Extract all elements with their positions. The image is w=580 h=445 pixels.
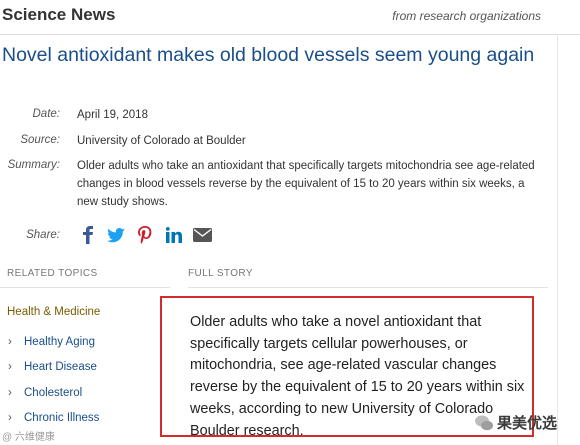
source-label: Source: [20, 134, 60, 146]
twitter-icon[interactable] [106, 225, 126, 245]
full-story-header: FULL STORY [188, 268, 253, 279]
chevron-right-icon: › [8, 387, 12, 399]
topic-category-link[interactable]: Health & Medicine [7, 306, 100, 318]
masthead: Science News from research organizations [0, 0, 580, 35]
site-brand[interactable]: Science News [2, 5, 115, 25]
linkedin-icon[interactable] [164, 225, 184, 245]
column-divider [557, 34, 558, 445]
wechat-icon [475, 415, 493, 430]
share-bar [0, 225, 260, 245]
related-topics-header: RELATED TOPICS [7, 268, 98, 279]
topic-link-label: Chronic Illness [24, 412, 100, 424]
summary-label: Summary: [7, 159, 60, 171]
topic-link-healthy-aging[interactable]: › Healthy Aging [8, 336, 95, 348]
related-topics-divider [0, 287, 170, 288]
topic-link-label: Heart Disease [24, 361, 97, 373]
facebook-icon[interactable] [78, 225, 98, 245]
topic-link-chronic-illness[interactable]: › Chronic Illness [8, 412, 99, 424]
watermark-right-label: 果美优选 [497, 415, 558, 432]
chevron-right-icon: › [8, 336, 12, 348]
topic-link-cholesterol[interactable]: › Cholesterol [8, 387, 82, 399]
article-date: April 19, 2018 [77, 109, 148, 121]
topic-link-label: Healthy Aging [24, 336, 95, 348]
article-headline: Novel antioxidant makes old blood vessel… [2, 44, 535, 66]
topic-link-heart-disease[interactable]: › Heart Disease [8, 361, 97, 373]
article-summary: Older adults who take an antioxidant tha… [77, 160, 535, 208]
watermark-left: @ 六维健康 [2, 432, 55, 443]
watermark-right: 果美优选 [475, 412, 557, 433]
email-icon[interactable] [192, 225, 212, 245]
date-label: Date: [32, 108, 61, 120]
article-source: University of Colorado at Boulder [77, 135, 246, 147]
topic-link-label: Cholesterol [24, 387, 83, 399]
full-story-divider [188, 287, 548, 288]
site-tagline: from research organizations [392, 9, 541, 23]
pinterest-icon[interactable] [135, 225, 155, 245]
chevron-right-icon: › [8, 361, 12, 373]
chevron-right-icon: › [8, 412, 12, 424]
